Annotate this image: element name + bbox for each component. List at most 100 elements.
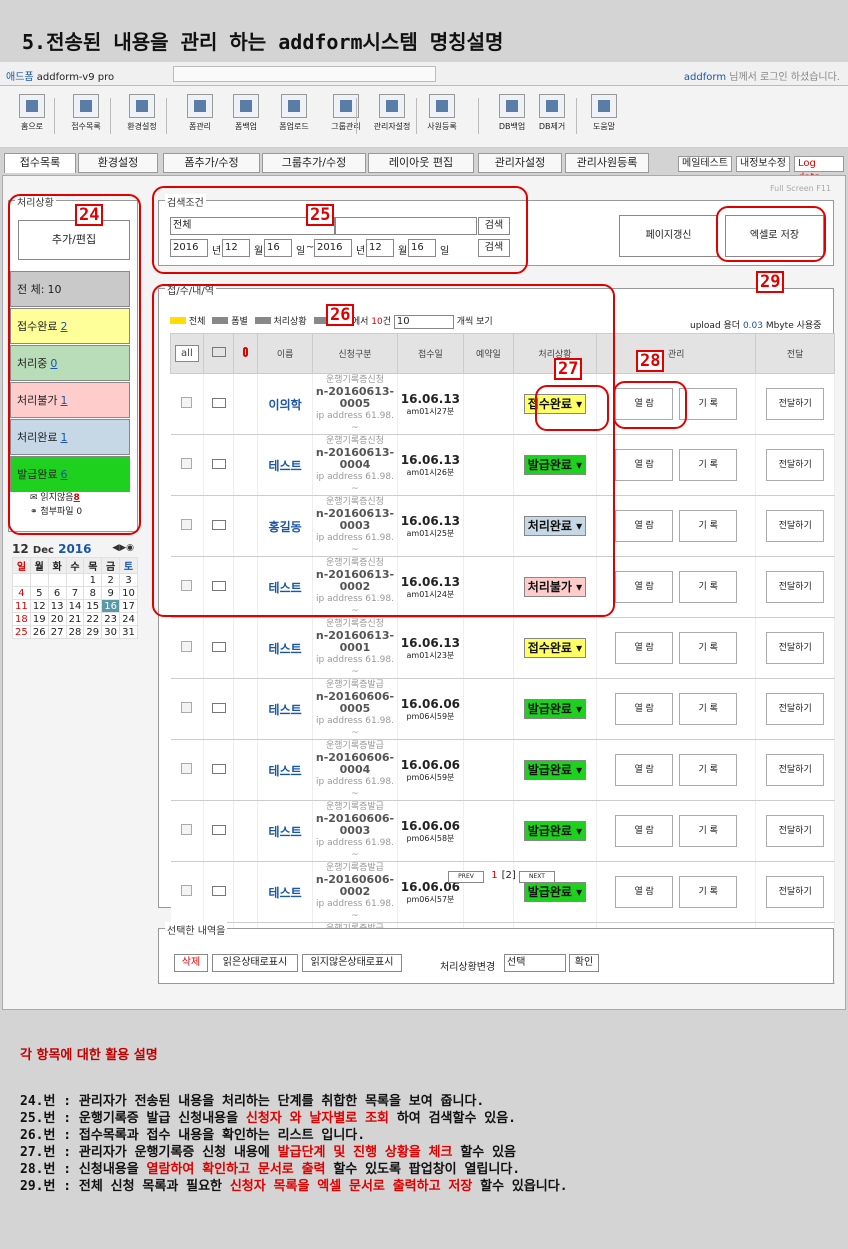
calendar-date[interactable]: 20	[47, 612, 67, 626]
tab-2[interactable]: 폼추가/수정	[163, 153, 260, 173]
row-id[interactable]: n-20160606-0005	[313, 691, 397, 715]
calendar-date[interactable]: 2	[101, 573, 121, 587]
row-record-button[interactable]: 기 록	[679, 632, 738, 664]
calendar-date[interactable]: 6	[47, 586, 67, 600]
table-row[interactable]: 테스트 운행기록증신청 n-20160613-0001 ip address 61.9…	[170, 617, 835, 679]
toolbar-db-remove-button[interactable]: DB제거	[532, 94, 572, 138]
date-select-to-year[interactable]: 2016	[314, 239, 352, 257]
row-record-button[interactable]: 기 록	[679, 449, 738, 481]
row-open-button[interactable]: 열 람	[615, 632, 674, 664]
row-checkbox[interactable]	[181, 702, 193, 713]
row-name[interactable]: 테스트	[257, 617, 313, 679]
toolbar-db-backup-button[interactable]: DB백업	[492, 94, 532, 138]
status-item-count[interactable]: 0	[50, 357, 57, 370]
row-open-button[interactable]: 열 람	[615, 693, 674, 725]
status-change-select[interactable]: 선택	[504, 954, 566, 972]
calendar-date[interactable]: 28	[65, 625, 85, 639]
row-record-button[interactable]: 기 록	[679, 754, 738, 786]
table-row[interactable]: 테스트 운행기록증발급 n-20160606-0005 ip address 61.9…	[170, 678, 835, 740]
status-item-3[interactable]: 처리불가 1	[10, 382, 130, 418]
status-item-count[interactable]: 10	[47, 283, 61, 296]
mark-read-button[interactable]: 읽은상태로표시	[212, 954, 298, 972]
mark-unread-button[interactable]: 읽지않은상태로표시	[302, 954, 402, 972]
row-status-select[interactable]: 접수완료 ▾	[523, 638, 586, 658]
status-item-5[interactable]: 발급완료 6	[10, 456, 130, 492]
table-row[interactable]: 테스트 운행기록증발급 n-20160606-0003 ip address 61.9…	[170, 800, 835, 862]
calendar-date[interactable]: 24	[119, 612, 138, 626]
calendar-date[interactable]: 3	[119, 573, 138, 587]
row-id[interactable]: n-20160606-0002	[313, 874, 397, 898]
calendar-date[interactable]: 17	[119, 599, 138, 613]
date-select-to-month[interactable]: 12	[366, 239, 394, 257]
tab-right-0[interactable]: 메일테스트	[678, 156, 732, 172]
calendar-date[interactable]: 8	[83, 586, 103, 600]
table-row[interactable]: 테스트 운행기록증발급 n-20160606-0004 ip address 61.9…	[170, 739, 835, 801]
calendar-date[interactable]: 27	[47, 625, 67, 639]
calendar-date[interactable]: 18	[12, 612, 31, 626]
tab-6[interactable]: 관리사원등록	[565, 153, 649, 173]
tab-right-2[interactable]: Log data	[794, 156, 844, 183]
toolbar-gear-button[interactable]: 환경설정	[122, 94, 162, 138]
confirm-button[interactable]: 확인	[569, 954, 599, 972]
date-search-button[interactable]: 검색	[478, 239, 510, 257]
row-send-button[interactable]: 전달하기	[766, 510, 825, 542]
calendar-date[interactable]: 22	[83, 612, 103, 626]
calendar-date[interactable]: 26	[29, 625, 49, 639]
date-select-from-month[interactable]: 12	[222, 239, 250, 257]
status-item-2[interactable]: 처리중 0	[10, 345, 130, 381]
row-checkbox[interactable]	[181, 641, 193, 652]
row-id[interactable]: n-20160606-0003	[313, 813, 397, 837]
toolbar-upload-button[interactable]: 폼업로드	[274, 94, 314, 138]
row-record-button[interactable]: 기 록	[679, 388, 738, 420]
row-record-button[interactable]: 기 록	[679, 571, 738, 603]
calendar-date[interactable]: 31	[119, 625, 138, 639]
calendar-date[interactable]: 25	[12, 625, 31, 639]
row-checkbox[interactable]	[181, 824, 193, 835]
refresh-button[interactable]: 페이지갱신	[619, 215, 718, 257]
row-open-button[interactable]: 열 람	[615, 510, 674, 542]
row-record-button[interactable]: 기 록	[679, 510, 738, 542]
calendar-date[interactable]: 30	[101, 625, 121, 639]
row-name[interactable]: 테스트	[257, 800, 313, 862]
row-open-button[interactable]: 열 람	[615, 754, 674, 786]
row-name[interactable]: 테스트	[257, 739, 313, 801]
tab-1[interactable]: 환경설정	[78, 153, 158, 173]
row-status-select[interactable]: 발급완료 ▾	[523, 882, 586, 902]
date-select-to-day[interactable]: 16	[408, 239, 436, 257]
row-name[interactable]: 테스트	[257, 678, 313, 740]
row-send-button[interactable]: 전달하기	[766, 449, 825, 481]
status-item-count[interactable]: 1	[60, 394, 67, 407]
row-send-button[interactable]: 전달하기	[766, 388, 825, 420]
row-send-button[interactable]: 전달하기	[766, 815, 825, 847]
row-send-button[interactable]: 전달하기	[766, 754, 825, 786]
row-open-button[interactable]: 열 람	[615, 571, 674, 603]
row-send-button[interactable]: 전달하기	[766, 571, 825, 603]
row-checkbox[interactable]	[181, 763, 193, 774]
calendar-date[interactable]: 21	[65, 612, 85, 626]
calendar-date[interactable]: 11	[12, 599, 31, 613]
calendar-date[interactable]: 29	[83, 625, 103, 639]
status-item-4[interactable]: 처리완료 1	[10, 419, 130, 455]
calendar-date[interactable]: 9	[101, 586, 121, 600]
calendar-date[interactable]: 1	[83, 573, 103, 587]
toolbar-form-button[interactable]: 폼관리	[180, 94, 220, 138]
status-item-0[interactable]: 전 체: 10	[10, 271, 130, 307]
delete-button[interactable]: 삭제	[174, 954, 208, 972]
date-select-from-day[interactable]: 16	[264, 239, 292, 257]
calendar-date[interactable]: 5	[29, 586, 49, 600]
row-record-button[interactable]: 기 록	[679, 815, 738, 847]
row-send-button[interactable]: 전달하기	[766, 632, 825, 664]
row-status-select[interactable]: 발급완료 ▾	[523, 699, 586, 719]
toolbar-help-button[interactable]: 도움말	[584, 94, 624, 138]
calendar-date[interactable]: 14	[65, 599, 85, 613]
calendar-date[interactable]: 7	[65, 586, 85, 600]
date-select-from-year[interactable]: 2016	[170, 239, 208, 257]
row-send-button[interactable]: 전달하기	[766, 876, 825, 908]
tab-3[interactable]: 그룹추가/수정	[262, 153, 366, 173]
calendar-date[interactable]: 12	[29, 599, 49, 613]
tab-4[interactable]: 레이아웃 편집	[368, 153, 474, 173]
toolbar-backup-button[interactable]: 폼백업	[226, 94, 266, 138]
toolbar-home-button[interactable]: 홈으로	[12, 94, 52, 138]
toolbar-list-button[interactable]: 접수목록	[66, 94, 106, 138]
calendar-date[interactable]: 4	[12, 586, 31, 600]
